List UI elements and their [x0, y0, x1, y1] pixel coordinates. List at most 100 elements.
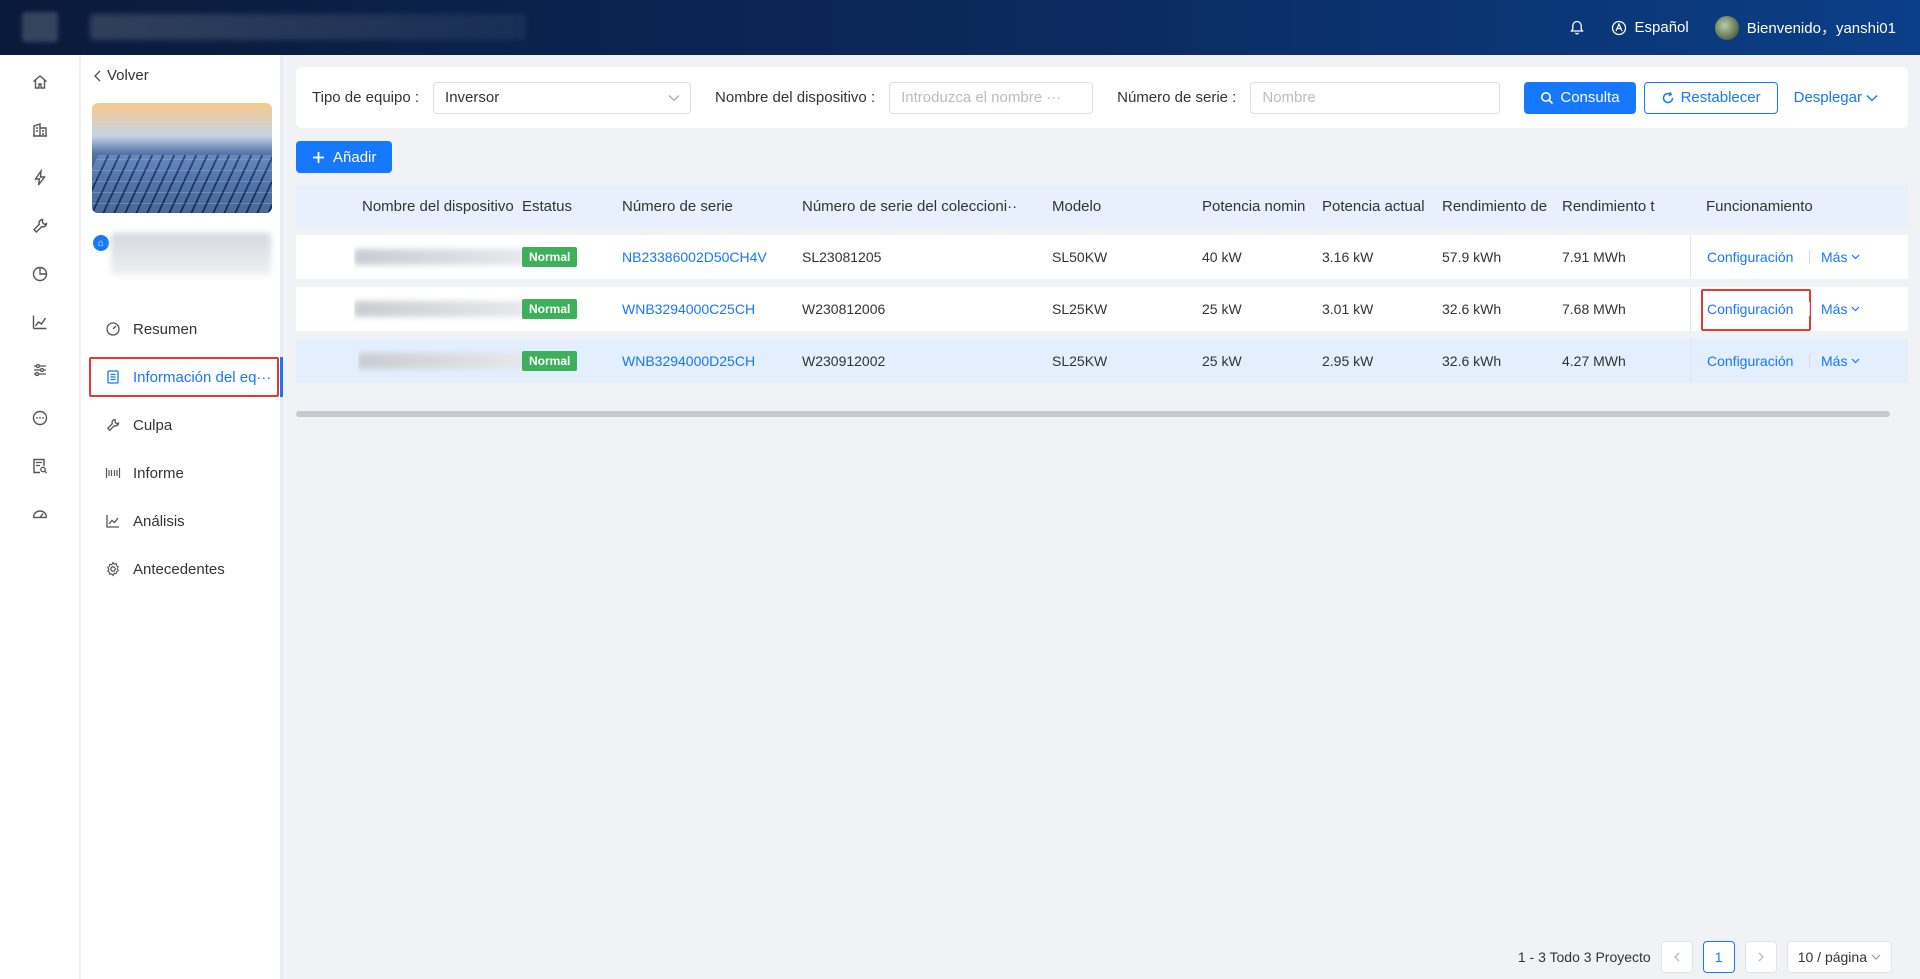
back-link[interactable]: Volver: [93, 67, 149, 84]
query-button[interactable]: Consulta: [1524, 81, 1636, 114]
reset-button[interactable]: Restablecer: [1643, 81, 1778, 114]
config-link[interactable]: Configuración: [1707, 235, 1793, 279]
page-number-button[interactable]: 1: [1702, 941, 1735, 973]
search-icon: [1541, 91, 1554, 104]
col-header-status[interactable]: Estatus: [522, 185, 572, 227]
more-dropdown[interactable]: Más: [1821, 339, 1860, 383]
serial-link[interactable]: WNB3294000D25CH: [622, 339, 755, 383]
bar-chart-icon[interactable]: [28, 310, 52, 334]
menu-item-antecedentes[interactable]: Antecedentes: [81, 545, 281, 593]
serial-link[interactable]: NB23386002D50CH4V: [622, 235, 767, 279]
col-header-yield-day[interactable]: Rendimiento de: [1442, 185, 1548, 227]
menu-item-analisis[interactable]: Análisis: [81, 497, 281, 545]
chat-icon[interactable]: [28, 406, 52, 430]
col-header-collector-serial[interactable]: Número de serie del coleccioni···: [802, 185, 1016, 227]
col-header-rated-power[interactable]: Potencia nomin: [1202, 185, 1306, 227]
more-label: Más: [1821, 353, 1848, 369]
pagination-summary: 1 - 3 Todo 3 Proyecto: [1517, 949, 1651, 965]
plant-photo: [92, 103, 272, 213]
icon-rail: [0, 55, 80, 979]
config-link[interactable]: Configuración: [1707, 339, 1793, 383]
wrench-icon: [106, 418, 120, 432]
sliders-icon[interactable]: [28, 358, 52, 382]
prev-page-button[interactable]: [1660, 941, 1693, 973]
main-content: Tipo de equipo : Inversor Nombre del dis…: [286, 55, 1920, 979]
chevron-left-icon: [1673, 952, 1680, 962]
chevron-left-icon: [94, 70, 101, 81]
yield-total: 4.27 MWh: [1562, 353, 1626, 369]
collector-serial: W230912002: [802, 353, 886, 369]
device-name-blurred: [354, 287, 524, 331]
more-label: Más: [1821, 249, 1848, 265]
building-icon[interactable]: [28, 118, 52, 142]
device-name-input[interactable]: Introduzca el nombre ···: [889, 81, 1094, 114]
table-row[interactable]: Normal WNB3294000D25CH W230912002 SL25KW…: [296, 339, 1908, 383]
more-dropdown[interactable]: Más: [1821, 235, 1860, 279]
chevron-down-icon: [1852, 358, 1860, 364]
rated-power: 25 kW: [1202, 353, 1242, 369]
menu-label: Antecedentes: [133, 560, 225, 578]
language-selector[interactable]: Español: [1611, 19, 1689, 36]
current-power: 3.01 kW: [1322, 301, 1374, 317]
chevron-down-icon: [1871, 954, 1881, 960]
app-logo[interactable]: [22, 12, 58, 42]
operation-header-col: Funcionamiento: [1690, 185, 1908, 227]
serial-input[interactable]: Nombre: [1250, 81, 1501, 114]
menu-label: Informe: [133, 464, 184, 482]
more-dropdown[interactable]: Más: [1821, 287, 1860, 331]
col-header-operation: Funcionamiento: [1706, 197, 1813, 215]
language-label: Español: [1634, 19, 1689, 36]
col-header-serial[interactable]: Número de serie: [622, 185, 733, 227]
operation-cell: Configuración Más: [1690, 339, 1908, 383]
gauge-icon[interactable]: [28, 502, 52, 526]
pie-chart-icon[interactable]: [28, 262, 52, 286]
menu-item-resumen[interactable]: Resumen: [81, 305, 281, 353]
horizontal-scrollbar[interactable]: [296, 411, 1890, 417]
model: SL50KW: [1052, 249, 1108, 265]
yield-day: 57.9 kWh: [1442, 249, 1502, 265]
collector-serial: SL23081205: [802, 249, 882, 265]
add-button[interactable]: Añadir: [296, 141, 393, 173]
line-chart-icon: [106, 515, 119, 528]
add-label: Añadir: [333, 148, 377, 166]
current-power: 3.16 kW: [1322, 249, 1374, 265]
equipment-type-label: Tipo de equipo :: [312, 89, 420, 106]
plant-name-blurred: [111, 233, 271, 275]
chevron-down-icon: [1866, 94, 1878, 101]
serial-placeholder: Nombre: [1262, 89, 1316, 106]
col-header-name[interactable]: Nombre del dispositivo: [362, 185, 514, 227]
serial-link[interactable]: WNB3294000C25CH: [622, 287, 755, 331]
operation-cell: Configuración Más: [1690, 287, 1908, 331]
table-row[interactable]: Normal NB23386002D50CH4V SL23081205 SL50…: [296, 235, 1908, 279]
device-name-label: Nombre del dispositivo :: [715, 89, 876, 106]
device-name-blurred: [358, 339, 528, 383]
lightning-icon[interactable]: [28, 166, 52, 190]
chevron-down-icon: [1852, 306, 1860, 312]
yield-total: 7.68 MWh: [1562, 301, 1626, 317]
status-badge: Normal: [522, 287, 578, 331]
bell-icon[interactable]: [1569, 20, 1585, 36]
status-badge: Normal: [522, 339, 578, 383]
wrench-icon[interactable]: [28, 214, 52, 238]
home-icon[interactable]: [28, 70, 52, 94]
col-header-yield-total[interactable]: Rendimiento t: [1562, 185, 1658, 227]
menu-item-culpa[interactable]: Culpa: [81, 401, 281, 449]
config-link[interactable]: Configuración: [1707, 287, 1793, 331]
divider: [1809, 250, 1810, 264]
equipment-type-select[interactable]: Inversor: [433, 81, 692, 114]
next-page-button[interactable]: [1744, 941, 1777, 973]
search-document-icon[interactable]: [28, 454, 52, 478]
more-label: Más: [1821, 301, 1848, 317]
col-header-model[interactable]: Modelo: [1052, 185, 1101, 227]
expand-filters-link[interactable]: Desplegar: [1794, 89, 1878, 106]
menu-item-informe[interactable]: Informe: [81, 449, 281, 497]
chevron-right-icon: [1758, 952, 1764, 962]
status-badge: Normal: [522, 235, 578, 279]
user-menu[interactable]: Bienvenido，yanshi01: [1714, 15, 1896, 40]
table-row[interactable]: Normal WNB3294000C25CH W230812006 SL25KW…: [296, 287, 1908, 331]
app-title-blurred: [90, 14, 526, 40]
page-size-select[interactable]: 10 / página: [1786, 941, 1892, 973]
menu-item-informacion-equipo[interactable]: Información del eq···: [81, 353, 283, 401]
col-header-current-power[interactable]: Potencia actual: [1322, 185, 1426, 227]
page-size-label: 10 / página: [1797, 949, 1867, 965]
